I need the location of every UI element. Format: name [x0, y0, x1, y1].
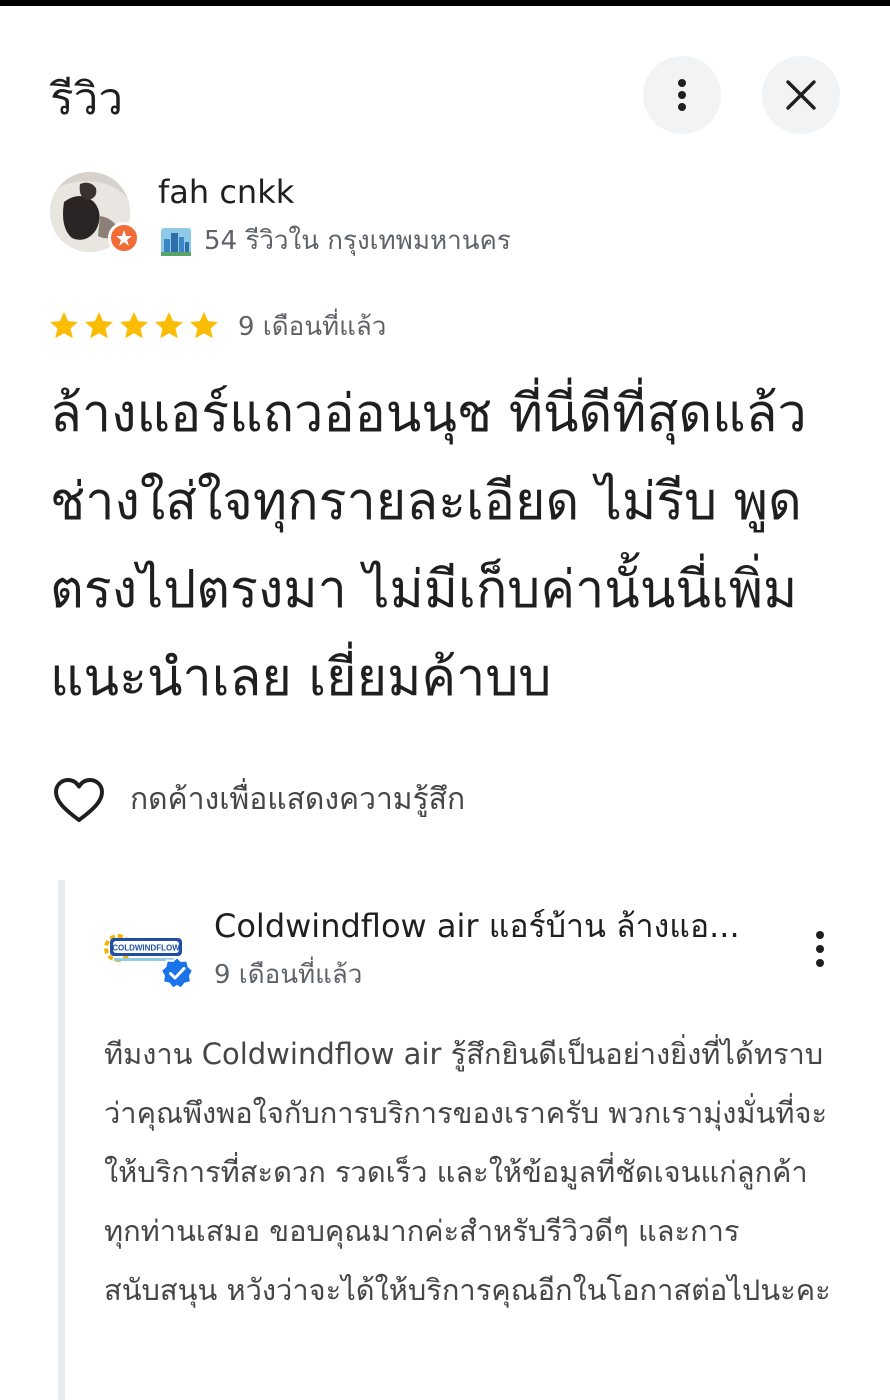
review-text: ล้างแอร์แถวอ่อนนุช ที่นี่ดีที่สุดแล้ว ช่…	[50, 384, 807, 708]
star-icon	[120, 312, 148, 339]
star-icon	[50, 312, 78, 339]
more-options-button[interactable]	[643, 56, 721, 134]
react-label[interactable]: กดค้างเพื่อแสดงความรู้สึก	[130, 780, 465, 820]
star-rating	[48, 310, 220, 342]
owner-name[interactable]: Coldwindflow air แอร์บ้าน ล้างแอ...	[214, 905, 774, 947]
star-icon	[85, 312, 113, 339]
close-icon	[786, 80, 816, 110]
reply-divider	[58, 880, 65, 1400]
city-skyline-icon	[161, 228, 191, 256]
heart-outline-icon[interactable]	[52, 774, 106, 828]
owner-reply-more-icon[interactable]	[800, 924, 840, 974]
more-vert-icon	[678, 79, 686, 111]
star-icon	[155, 312, 183, 339]
reviewer-name[interactable]: fah cnkk	[158, 172, 294, 212]
status-bar-edge	[0, 0, 890, 6]
owner-logo-text: COLDWINDFLOW	[112, 944, 180, 953]
star-icon	[190, 312, 218, 339]
page-title: รีวิว	[50, 74, 124, 125]
owner-reply-text: ทีมงาน Coldwindflow air รู้สึกยินดีเป็นอ…	[104, 1037, 831, 1307]
reviewer-meta: 54 รีวิวใน กรุงเทพมหานคร	[204, 226, 511, 256]
owner-reply-time: 9 เดือนที่แล้ว	[214, 960, 363, 990]
verified-badge-icon	[160, 956, 194, 990]
close-button[interactable]	[762, 56, 840, 134]
local-guide-star-icon	[108, 222, 140, 254]
review-time: 9 เดือนที่แล้ว	[238, 312, 387, 342]
